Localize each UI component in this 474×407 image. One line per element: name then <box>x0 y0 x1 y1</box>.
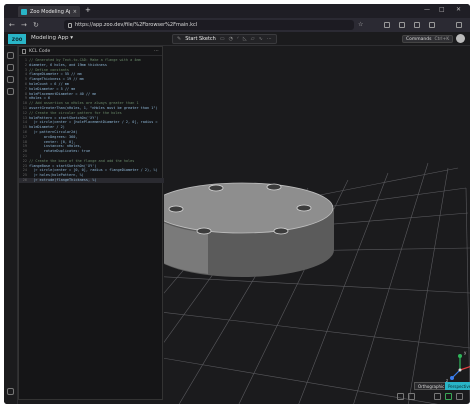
chamfer-icon[interactable]: ◺ <box>243 36 247 42</box>
zoo-favicon-icon <box>21 8 27 15</box>
offset-plane-icon[interactable]: ▱ <box>251 36 255 42</box>
code-pane-icon[interactable] <box>7 52 14 59</box>
variables-icon[interactable] <box>7 76 14 83</box>
more-tools-icon[interactable]: ⋯ <box>267 36 272 42</box>
stream-status-icon[interactable] <box>445 393 452 400</box>
code-panel-title: KCL Code <box>29 48 51 54</box>
code-line[interactable]: 26 |> extrude(flangeThickness, %) <box>19 178 164 183</box>
commands-shortcut: Ctrl+K <box>434 36 450 42</box>
app-name-menu[interactable]: Modeling App ▾ <box>31 35 73 41</box>
new-tab-button[interactable]: + <box>85 6 91 14</box>
code-text[interactable]: |> extrude(flangeThickness, %) <box>29 178 96 183</box>
address-bar[interactable]: https://app.zoo.dev/file/%2Fbrowser%2Fma… <box>64 20 354 30</box>
revolve-icon[interactable]: ◔ <box>229 36 233 42</box>
code-editor-panel[interactable]: KCL Code ⋯ 1// Generated by Text-to-CAD:… <box>18 46 164 400</box>
network-status-icon[interactable] <box>408 393 415 400</box>
project-files-icon[interactable] <box>7 64 14 71</box>
close-window-icon[interactable]: ✕ <box>456 6 461 13</box>
browser-tab[interactable]: Zoo Modeling App × <box>18 6 80 17</box>
help-icon[interactable] <box>7 388 14 395</box>
pencil-icon: ✎ <box>177 36 182 42</box>
close-tab-icon[interactable]: × <box>73 9 77 15</box>
perspective-toggle[interactable]: Perspective <box>445 382 470 390</box>
browser-window: Zoo Modeling App × + — □ ✕ ← → ↻ https:/… <box>4 4 470 404</box>
zoo-logo[interactable]: zoo <box>8 34 26 44</box>
minimize-icon[interactable]: — <box>424 6 430 13</box>
tab-bar: Zoo Modeling App × + — □ ✕ <box>4 4 470 18</box>
scene-canvas[interactable]: y x z <box>164 46 470 404</box>
tab-title: Zoo Modeling App <box>30 8 70 15</box>
logs-icon[interactable] <box>7 88 14 95</box>
helix-icon[interactable]: ∿ <box>259 36 263 42</box>
extrude-icon[interactable]: ▭ <box>220 36 225 42</box>
extensions-icon[interactable] <box>429 22 435 28</box>
maximize-icon[interactable]: □ <box>439 6 445 13</box>
navigation-bar: ← → ↻ https://app.zoo.dev/file/%2Fbrowse… <box>4 18 470 32</box>
code-panel-header: KCL Code ⋯ <box>19 47 162 56</box>
menu-icon[interactable] <box>456 22 462 28</box>
commands-label: Commands <box>406 36 432 42</box>
start-sketch-toolbar[interactable]: ✎ Start Sketch ▭ ◔ ◜ ◺ ▱ ∿ ⋯ <box>172 34 277 44</box>
lock-icon <box>68 22 72 28</box>
fillet-icon[interactable]: ◜ <box>237 36 239 42</box>
forward-icon[interactable]: → <box>21 21 27 29</box>
bookmark-star-icon[interactable]: ☆ <box>358 21 363 28</box>
start-sketch-label[interactable]: Start Sketch <box>185 36 216 42</box>
code-file-icon <box>22 48 26 54</box>
commands-button[interactable]: Commands Ctrl+K <box>402 35 454 43</box>
axis-gizmo[interactable]: y x z <box>446 350 470 383</box>
user-avatar[interactable] <box>456 34 465 43</box>
settings-icon[interactable] <box>434 393 441 400</box>
sketch-mode-icon[interactable] <box>397 393 404 400</box>
back-icon[interactable]: ← <box>9 21 15 29</box>
gizmo-y-label: y <box>464 350 467 355</box>
downloads-icon[interactable] <box>399 22 405 28</box>
url-text: https://app.zoo.dev/file/%2Fbrowser%2Fma… <box>75 22 198 28</box>
flange-model[interactable] <box>164 182 334 278</box>
left-sidebar <box>4 46 18 404</box>
app-header: zoo Modeling App ▾ ✎ Start Sketch ▭ ◔ ◜ … <box>4 32 470 46</box>
reload-icon[interactable]: ↻ <box>33 21 39 29</box>
3d-viewport[interactable]: y x z <box>164 46 470 404</box>
pocket-icon[interactable] <box>384 22 390 28</box>
code-panel-menu-icon[interactable]: ⋯ <box>154 48 159 54</box>
line-number: 26 <box>22 178 27 182</box>
account-icon[interactable] <box>414 22 420 28</box>
orthographic-toggle[interactable]: Orthographic <box>414 382 449 390</box>
help-corner-icon[interactable] <box>456 393 463 400</box>
